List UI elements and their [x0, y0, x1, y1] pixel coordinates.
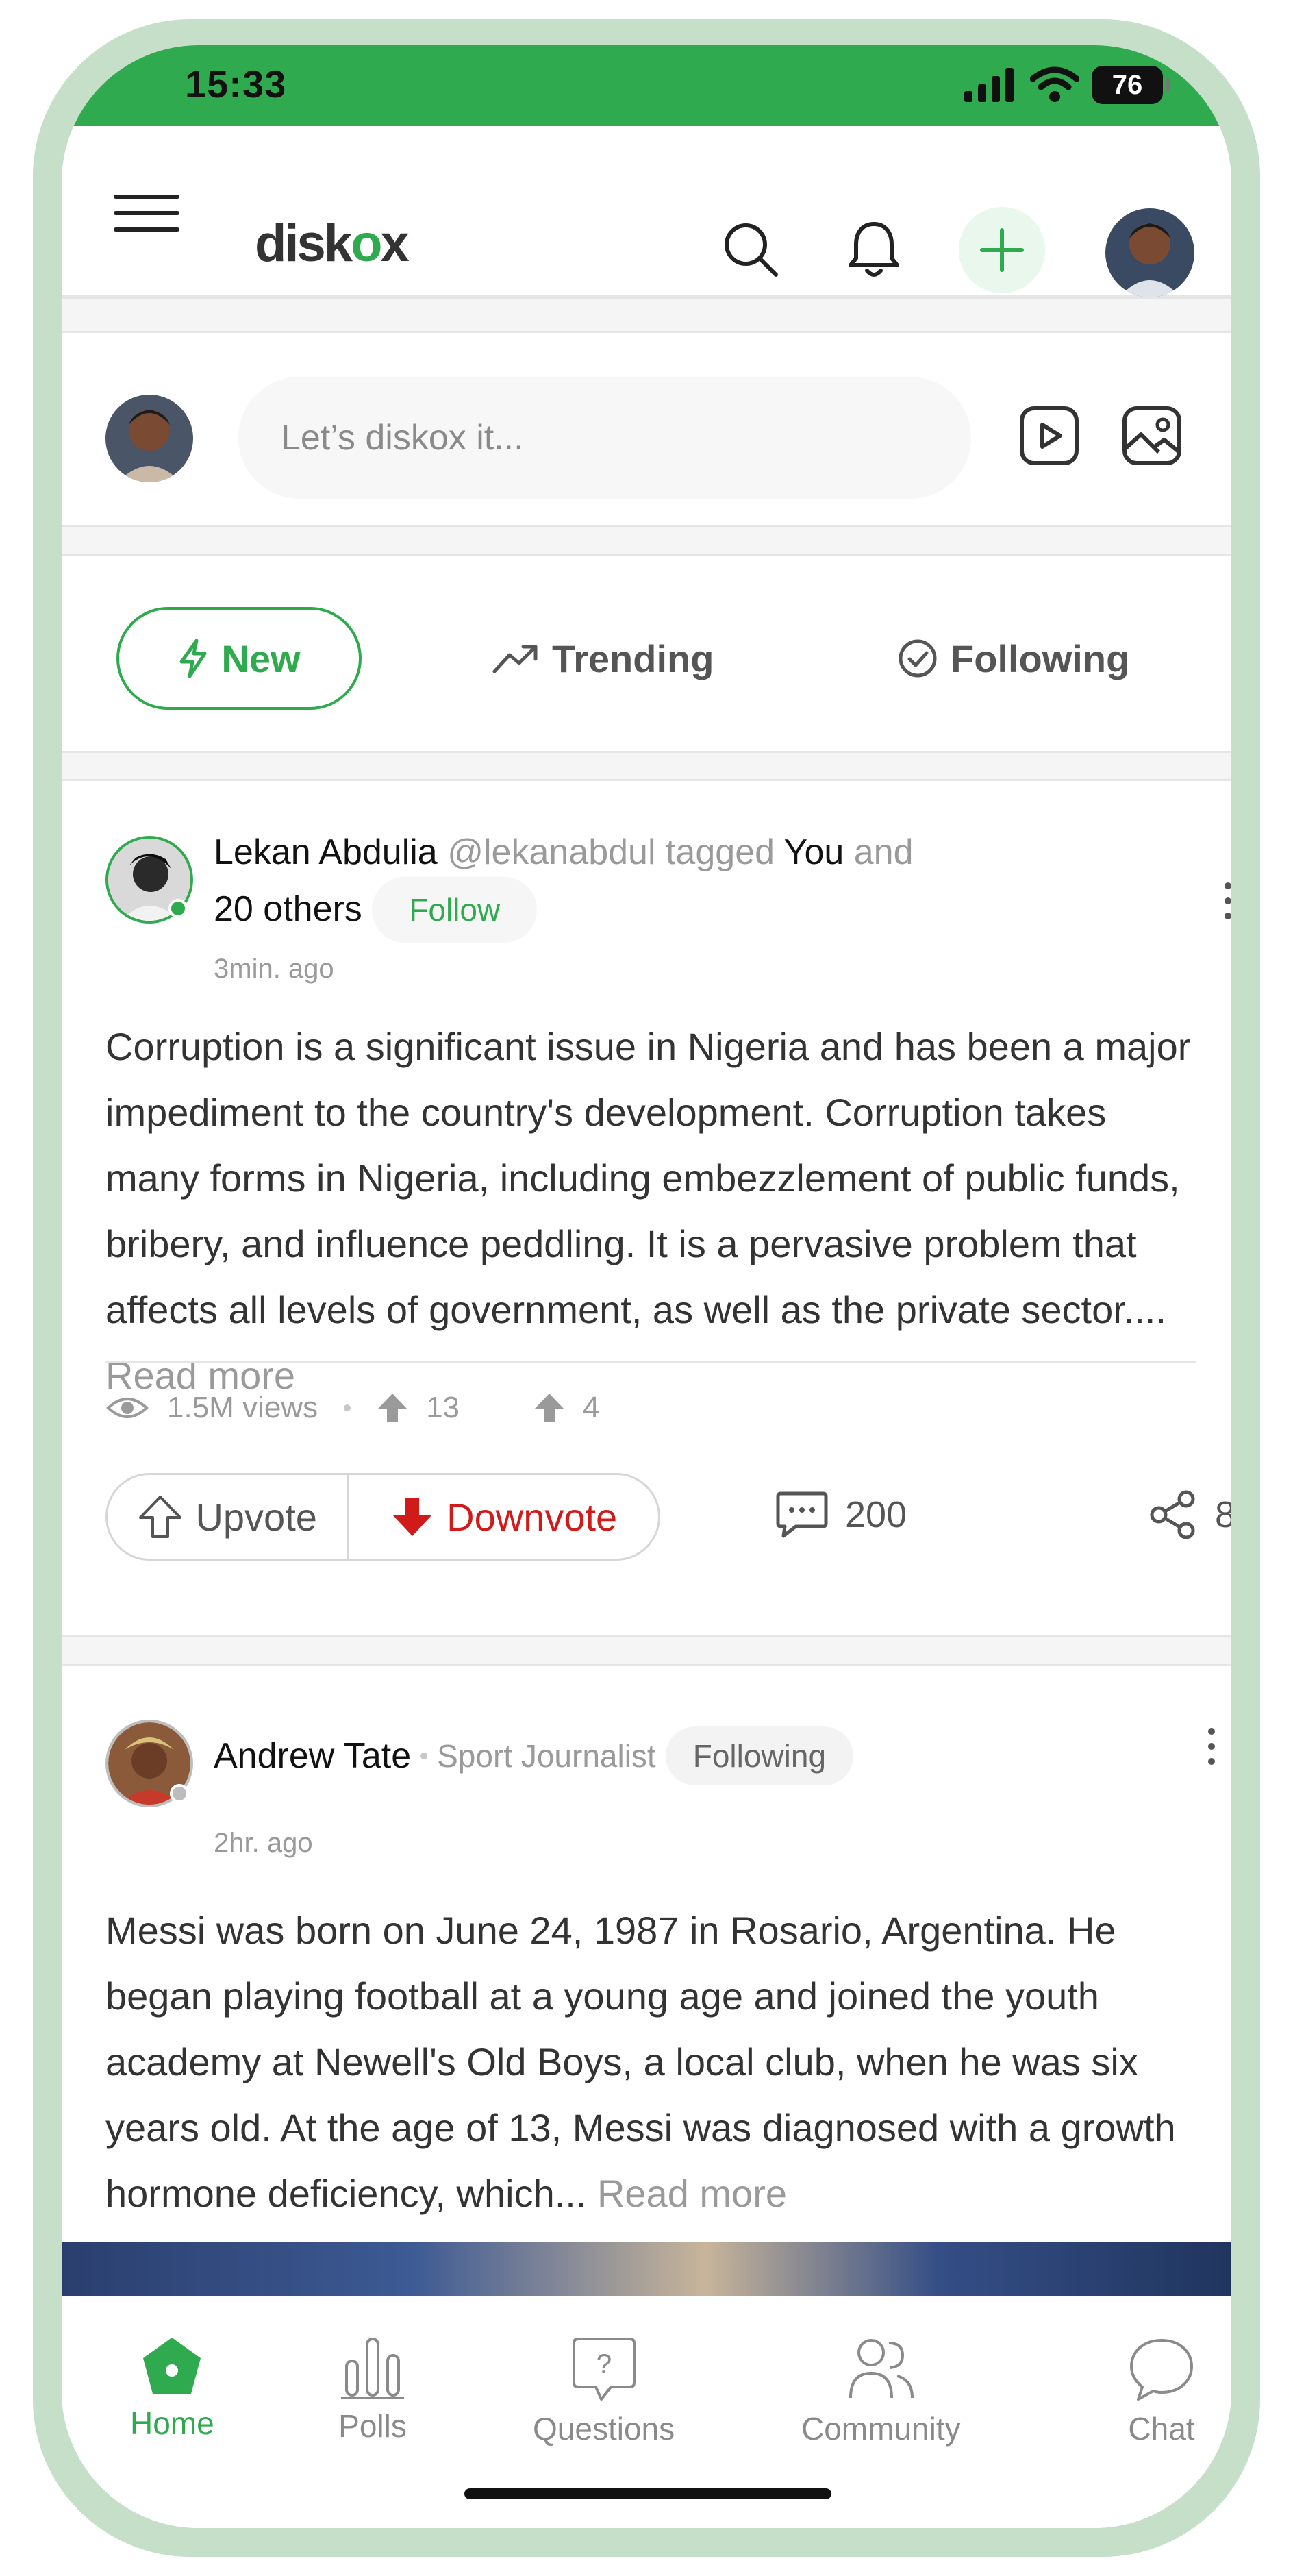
post-card: Lekan Abdulia @lekanabdul tagged You and… [62, 781, 1231, 1650]
nav-community[interactable]: Community [801, 2335, 961, 2447]
comments-button[interactable]: 200 [775, 1489, 907, 1540]
hamburger-icon [114, 195, 179, 232]
share-button[interactable]: 8 [1148, 1489, 1231, 1540]
post-card: Andrew Tate Sport Journalist Following 2… [62, 1666, 1231, 2296]
tab-trending[interactable]: Trending [492, 607, 714, 710]
vote-group: Upvote Downvote [105, 1473, 660, 1561]
nav-questions[interactable]: ? Questions [533, 2335, 675, 2447]
menu-button[interactable] [114, 185, 182, 240]
add-video-button[interactable] [1018, 404, 1081, 467]
post-time: 2hr. ago [214, 1828, 313, 1858]
status-indicators: 76 [963, 66, 1170, 104]
wifi-icon [1030, 66, 1079, 102]
post-time: 3min. ago [214, 954, 334, 984]
post-header: Andrew Tate Sport Journalist Following [214, 1726, 854, 1785]
post-options-button[interactable] [1201, 1728, 1222, 1765]
svg-text:?: ? [596, 2349, 611, 2379]
feed-tabs: New Trending Following [62, 566, 1231, 751]
post-header: Lekan Abdulia @lekanabdul tagged You and… [214, 828, 1035, 943]
views-count: 1.5M views [167, 1391, 318, 1424]
check-circle-icon [899, 639, 937, 678]
follow-button[interactable]: Follow [372, 877, 538, 943]
chat-icon [1130, 2339, 1193, 2401]
home-indicator [464, 2488, 831, 2499]
second-stat: 4 [583, 1391, 600, 1424]
avatar-image [1105, 208, 1194, 297]
battery-indicator: 76 [1092, 66, 1170, 104]
read-more-link[interactable]: Read more [597, 2172, 787, 2215]
section-divider [62, 525, 1231, 556]
compose-input[interactable] [238, 377, 971, 499]
battery-level: 76 [1112, 69, 1143, 100]
tab-new[interactable]: New [116, 607, 362, 710]
post-composer [62, 333, 1231, 525]
downvote-arrow-icon [393, 1498, 432, 1536]
trending-icon [492, 645, 538, 673]
home-icon [143, 2338, 201, 2394]
image-icon [1122, 406, 1181, 465]
video-icon [1020, 406, 1079, 465]
app-logo[interactable]: diskox [255, 214, 410, 273]
community-icon [849, 2339, 914, 2399]
following-button[interactable]: Following [665, 1726, 854, 1785]
nav-chat[interactable]: Chat [1126, 2335, 1197, 2447]
status-time: 15:33 [185, 62, 287, 106]
post-author-avatar[interactable] [105, 1720, 193, 1807]
bell-icon [849, 222, 899, 277]
phone-screen: 15:33 76 diskox Let’s diskox it... New T… [62, 45, 1231, 2528]
section-divider [62, 1635, 1231, 1666]
create-post-button[interactable] [959, 207, 1045, 293]
question-icon: ? [572, 2338, 636, 2401]
post-author-role: Sport Journalist [437, 1738, 656, 1774]
post-stats: 1.5M views 13 4 [105, 1391, 600, 1425]
post-body: Corruption is a significant issue in Nig… [105, 1025, 1191, 1397]
search-button[interactable] [718, 216, 783, 282]
share-icon [1150, 1490, 1195, 1539]
signal-icon [964, 68, 1014, 102]
stats-separator [344, 1404, 351, 1411]
upvote-stat: 13 [426, 1391, 460, 1424]
tagged-you[interactable]: You [784, 832, 844, 872]
nav-home[interactable]: Home [130, 2335, 214, 2442]
and-text: and [853, 832, 914, 872]
section-divider [62, 297, 1231, 333]
tagged-text: tagged [665, 832, 775, 872]
upvote-button[interactable]: Upvote [108, 1475, 350, 1559]
post-body: Messi was born on June 24, 1987 in Rosar… [105, 1909, 1176, 2215]
polls-icon [341, 2338, 404, 2399]
post-media-image[interactable] [62, 2242, 1231, 2296]
app-header: diskox [62, 126, 1231, 297]
search-icon [725, 223, 778, 277]
status-bar: 15:33 76 [62, 45, 1231, 126]
post-author-name[interactable]: Lekan Abdulia [214, 832, 438, 872]
upvote-arrow-icon [139, 1496, 182, 1538]
tab-following[interactable]: Following [897, 607, 1129, 710]
lightning-icon [179, 639, 207, 678]
downvote-button[interactable]: Downvote [349, 1475, 658, 1559]
post-author-handle[interactable]: @lekanabdul [447, 832, 655, 872]
online-status-dot [168, 899, 188, 918]
tagged-others[interactable]: 20 others [214, 889, 362, 929]
up-arrow-icon [378, 1394, 407, 1422]
eye-icon [106, 1398, 149, 1418]
comment-icon [776, 1491, 828, 1538]
meta-separator [420, 1753, 428, 1759]
composer-avatar [105, 395, 193, 482]
nav-polls[interactable]: Polls [338, 2335, 407, 2444]
section-divider [62, 751, 1231, 781]
add-image-button[interactable] [1120, 404, 1183, 467]
post-author-avatar[interactable] [105, 836, 193, 924]
post-options-button[interactable] [1218, 882, 1231, 919]
up-arrow-icon [535, 1394, 564, 1422]
notifications-button[interactable] [841, 216, 907, 282]
plus-icon [980, 228, 1024, 272]
offline-status-dot [170, 1784, 189, 1803]
profile-avatar[interactable] [1105, 208, 1194, 297]
post-divider [105, 1361, 1196, 1363]
post-author-name[interactable]: Andrew Tate [214, 1735, 411, 1776]
